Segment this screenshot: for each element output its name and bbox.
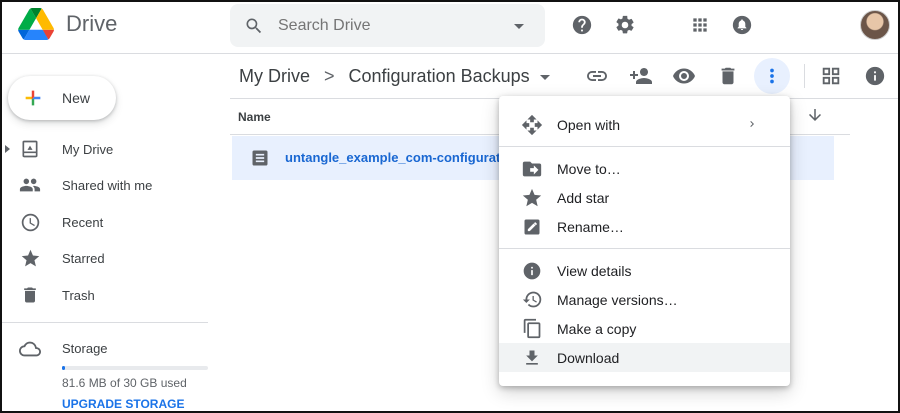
sidebar-item-my-drive[interactable]: My Drive (0, 134, 208, 164)
share-person-add-icon[interactable] (628, 63, 654, 89)
search-input[interactable] (278, 16, 498, 35)
sidebar-item-label: Recent (62, 214, 104, 230)
folder-dropdown-icon[interactable] (539, 75, 550, 80)
apps-grid-icon[interactable] (688, 13, 712, 37)
sidebar-item-label: My Drive (62, 141, 114, 157)
menu-item-add-star[interactable]: Add star (499, 183, 790, 212)
trash-icon (19, 284, 41, 306)
open-with-icon (521, 114, 543, 136)
sidebar-item-label: Trash (62, 287, 95, 303)
settings-gear-icon[interactable] (613, 13, 637, 37)
breadcrumb-current[interactable]: Configuration Backups (349, 66, 530, 87)
history-icon (521, 289, 543, 311)
search-options-icon[interactable] (514, 24, 524, 29)
more-vert-icon (770, 68, 774, 84)
sidebar-item-starred[interactable]: Starred (0, 243, 208, 273)
sidebar-item-trash[interactable]: Trash (0, 280, 208, 310)
sidebar-item-label: Shared with me (62, 177, 153, 193)
menu-item-label: Open with (557, 116, 621, 133)
menu-item-manage-versions[interactable]: Manage versions… (499, 285, 790, 314)
upgrade-storage-link[interactable]: UPGRADE STORAGE (62, 397, 184, 411)
menu-item-download[interactable]: Download (499, 343, 790, 372)
help-icon[interactable] (570, 13, 594, 37)
cloud-icon (18, 338, 42, 365)
menu-item-make-copy[interactable]: Make a copy (499, 314, 790, 343)
header-divider (0, 53, 900, 54)
breadcrumb-root[interactable]: My Drive (239, 66, 310, 87)
search-bar[interactable] (230, 4, 545, 47)
copy-icon (521, 318, 543, 340)
menu-item-label: Download (557, 349, 620, 366)
sidebar-item-label: Starred (62, 250, 105, 266)
menu-item-move-to[interactable]: Move to… (499, 154, 790, 183)
breadcrumb-separator: > (324, 66, 335, 86)
column-header-name[interactable]: Name (238, 110, 271, 124)
storage-bar (62, 366, 208, 370)
menu-item-label: Manage versions… (557, 291, 678, 308)
drive-logo[interactable]: Drive (18, 8, 117, 40)
menu-item-label: Make a copy (557, 320, 637, 337)
my-drive-icon (19, 138, 41, 160)
sidebar-divider (0, 322, 208, 323)
menu-item-open-with[interactable]: Open with (499, 110, 790, 139)
drive-logo-icon (18, 8, 54, 40)
search-icon[interactable] (244, 16, 264, 36)
menu-item-view-details[interactable]: View details (499, 256, 790, 285)
star-icon (521, 187, 543, 209)
storage-bar-fill (62, 366, 65, 370)
expand-arrow-icon[interactable] (5, 145, 10, 153)
get-link-icon[interactable] (584, 63, 610, 89)
sidebar-item-recent[interactable]: Recent (0, 207, 208, 237)
menu-item-label: Move to… (557, 160, 621, 177)
toolbar-divider (804, 64, 805, 88)
breadcrumb: My Drive > Configuration Backups (239, 66, 550, 87)
menu-item-label: Add star (557, 189, 610, 206)
clock-icon (19, 211, 41, 233)
storage-label[interactable]: Storage (62, 341, 108, 356)
sidebar-item-shared[interactable]: Shared with me (0, 170, 208, 200)
sort-direction-icon[interactable] (806, 106, 824, 129)
menu-divider (499, 146, 790, 147)
new-button-label: New (62, 90, 91, 106)
download-icon (521, 347, 543, 369)
menu-divider (499, 248, 790, 249)
more-actions-button[interactable] (754, 58, 790, 94)
info-icon (521, 260, 543, 282)
rename-icon (521, 216, 543, 238)
app-name: Drive (66, 11, 118, 36)
menu-item-label: View details (557, 262, 632, 279)
remove-trash-icon[interactable] (715, 63, 741, 89)
move-to-icon (521, 158, 543, 180)
notifications-icon[interactable] (730, 13, 754, 37)
menu-item-label: Rename… (557, 218, 624, 235)
document-file-icon (252, 150, 268, 166)
view-details-info-icon[interactable] (862, 63, 888, 89)
grid-view-icon[interactable] (818, 63, 844, 89)
people-icon (19, 174, 41, 196)
storage-used-text: 81.6 MB of 30 GB used (62, 376, 187, 390)
chevron-right-icon (750, 121, 754, 127)
context-menu: Open with Move to… Add star Rename… View… (499, 96, 790, 386)
star-icon (19, 247, 41, 269)
new-button[interactable]: New (8, 76, 116, 120)
new-plus-icon (25, 90, 41, 106)
menu-item-rename[interactable]: Rename… (499, 212, 790, 241)
account-avatar[interactable] (860, 10, 890, 40)
preview-eye-icon[interactable] (671, 63, 697, 89)
